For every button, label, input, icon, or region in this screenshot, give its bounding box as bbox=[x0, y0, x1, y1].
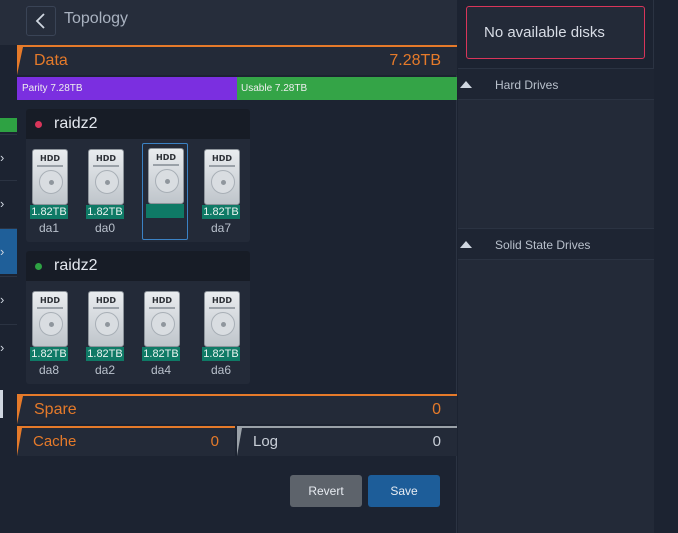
disk-item[interactable]: HDD 1.82TB da6 bbox=[198, 286, 244, 380]
vdev-group-header[interactable]: raidz2 bbox=[26, 109, 250, 139]
hdd-icon-label: HDD bbox=[156, 153, 176, 162]
disk-item[interactable]: HDD 1.82TB da0 bbox=[82, 144, 128, 238]
disk-item[interactable]: HDD 1.82TB da8 bbox=[26, 286, 72, 380]
vdev-group-name: raidz2 bbox=[54, 115, 98, 132]
hard-drives-list bbox=[458, 100, 654, 228]
hdd-icon-label: HDD bbox=[152, 296, 172, 305]
caret-up-icon[interactable] bbox=[460, 81, 472, 88]
spare-label: Spare bbox=[34, 401, 77, 418]
data-vdev-size: 7.28TB bbox=[389, 52, 441, 69]
hdd-icon-label: HDD bbox=[212, 296, 232, 305]
hdd-icon-label: HDD bbox=[96, 296, 116, 305]
disk-item[interactable]: HDD 1.82TB da2 bbox=[82, 286, 128, 380]
cache-vdev-header[interactable]: Cache 0 bbox=[17, 426, 235, 456]
back-button[interactable] bbox=[26, 6, 56, 36]
hdd-icon: HDD bbox=[144, 291, 180, 347]
chevron-right-icon: › bbox=[0, 196, 5, 211]
disk-name: da8 bbox=[38, 363, 60, 377]
ssd-section-header[interactable]: Solid State Drives bbox=[458, 228, 654, 260]
hdd-icon: HDD bbox=[204, 149, 240, 205]
topology-panel: Topology Data 7.28TB Parity 7.28TB Usabl… bbox=[17, 0, 457, 533]
disk-item[interactable]: HDD 1.82TB da4 bbox=[138, 286, 184, 380]
disk-name: da7 bbox=[210, 221, 232, 235]
hdd-icon: HDD bbox=[32, 291, 68, 347]
disk-item[interactable]: HDD 1.82TB da7 bbox=[198, 144, 244, 238]
vdev-group[interactable]: raidz2 HDD 1.82TB da8 HDD 1.82TB da2 HDD… bbox=[26, 251, 250, 384]
vdev-group[interactable]: raidz2 HDD 1.82TB da1 HDD 1.82TB da0 HDD… bbox=[26, 109, 250, 242]
chevron-right-icon: › bbox=[0, 150, 5, 165]
ssd-label: Solid State Drives bbox=[495, 238, 591, 252]
hdd-icon: HDD bbox=[88, 291, 124, 347]
disk-size: 1.82TB bbox=[30, 205, 68, 219]
chevron-right-icon: › bbox=[0, 244, 5, 259]
disk-size: 1.82TB bbox=[142, 347, 180, 361]
hard-drives-label: Hard Drives bbox=[495, 78, 559, 92]
disk-size bbox=[146, 204, 184, 218]
hdd-icon: HDD bbox=[88, 149, 124, 205]
hdd-icon-label: HDD bbox=[212, 154, 232, 163]
data-vdev-label: Data bbox=[34, 52, 68, 69]
disk-name: da1 bbox=[38, 221, 60, 235]
side-nav-rail: › › › › › bbox=[0, 0, 17, 533]
disk-name: da2 bbox=[94, 363, 116, 377]
no-available-disks-message: No available disks bbox=[466, 6, 645, 59]
chevron-right-icon: › bbox=[0, 340, 5, 355]
ssd-list bbox=[458, 260, 654, 533]
spare-vdev-header[interactable]: Spare 0 bbox=[17, 394, 457, 424]
log-label: Log bbox=[253, 433, 279, 450]
hard-drives-section-header[interactable]: Hard Drives bbox=[458, 68, 654, 100]
usable-capacity: Usable 7.28TB bbox=[237, 77, 457, 100]
status-dot-icon bbox=[35, 263, 42, 270]
caret-up-icon[interactable] bbox=[460, 241, 472, 248]
status-dot-icon bbox=[35, 121, 42, 128]
cache-label: Cache bbox=[33, 433, 77, 450]
data-vdev-header[interactable]: Data 7.28TB bbox=[17, 45, 457, 75]
disk-size: 1.82TB bbox=[202, 347, 240, 361]
hdd-icon: HDD bbox=[148, 148, 184, 204]
cache-value: 0 bbox=[210, 433, 219, 450]
hdd-icon: HDD bbox=[204, 291, 240, 347]
side-nav-indicator bbox=[0, 390, 3, 418]
side-nav-item[interactable]: › bbox=[0, 134, 17, 180]
side-nav-item-active[interactable]: › bbox=[0, 228, 17, 274]
side-nav-status-strip bbox=[0, 118, 17, 132]
disk-size: 1.82TB bbox=[86, 205, 124, 219]
vdev-group-header[interactable]: raidz2 bbox=[26, 251, 250, 281]
capacity-bar: Parity 7.28TB Usable 7.28TB bbox=[17, 77, 457, 100]
side-nav-top bbox=[0, 0, 17, 45]
disk-name: da6 bbox=[210, 363, 232, 377]
topology-header: Topology bbox=[17, 0, 457, 45]
disk-size: 1.82TB bbox=[86, 347, 124, 361]
revert-button[interactable]: Revert bbox=[290, 475, 362, 507]
parity-capacity: Parity 7.28TB bbox=[17, 77, 237, 100]
chevron-right-icon: › bbox=[0, 292, 5, 307]
available-disks-panel: No available disks Hard Drives Solid Sta… bbox=[458, 0, 654, 533]
page-title: Topology bbox=[64, 10, 129, 27]
disk-item[interactable]: HDD 1.82TB da1 bbox=[26, 144, 72, 238]
side-nav-item[interactable]: › bbox=[0, 276, 17, 322]
disk-item-selected[interactable]: HDD bbox=[142, 143, 188, 240]
save-button[interactable]: Save bbox=[368, 475, 440, 507]
hdd-icon-label: HDD bbox=[96, 154, 116, 163]
log-vdev-header[interactable]: Log 0 bbox=[237, 426, 457, 456]
side-nav-item[interactable]: › bbox=[0, 180, 17, 226]
disk-size: 1.82TB bbox=[30, 347, 68, 361]
hdd-icon-label: HDD bbox=[40, 296, 60, 305]
side-nav-item[interactable]: › bbox=[0, 324, 17, 370]
vdev-group-name: raidz2 bbox=[54, 257, 98, 274]
hdd-icon: HDD bbox=[32, 149, 68, 205]
log-value: 0 bbox=[432, 433, 441, 450]
chevron-left-icon bbox=[35, 13, 45, 29]
disk-name: da0 bbox=[94, 221, 116, 235]
hdd-icon-label: HDD bbox=[40, 154, 60, 163]
disk-size: 1.82TB bbox=[202, 205, 240, 219]
spare-value: 0 bbox=[432, 401, 441, 418]
disk-name: da4 bbox=[150, 363, 172, 377]
